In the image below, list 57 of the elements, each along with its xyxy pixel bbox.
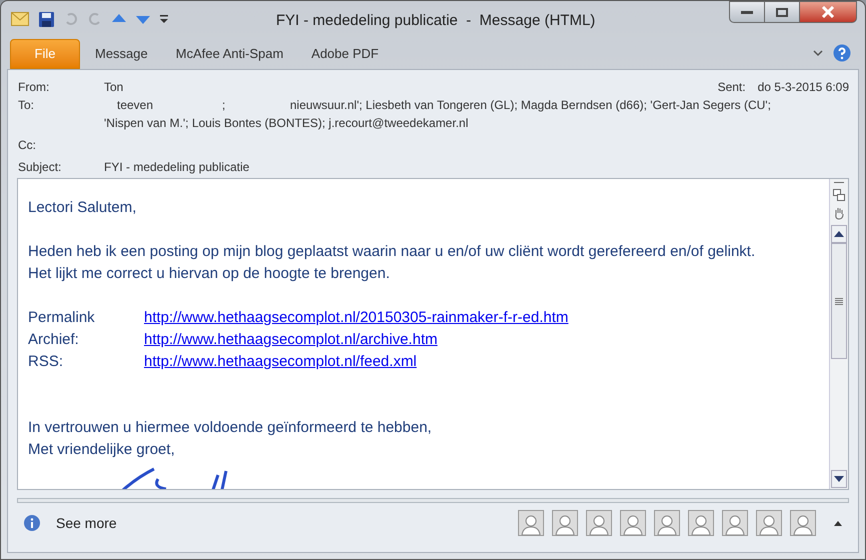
url-link[interactable]: http://www.hethaagsecomplot.nl/20150305-rainmaker-f-r-ed.htm	[144, 307, 568, 329]
link-label: RSS:	[28, 352, 64, 372]
body-paragraph: Lectori Salutem,	[28, 198, 138, 218]
body-paragraph: Heden heb ik een posting op mijn blog geplaatst waarin naar u en/of uw cliënt wordt gerefereerd en/of gelinkt.	[28, 242, 756, 262]
scroll-down-button[interactable]	[831, 470, 847, 488]
contact-avatar[interactable]	[756, 510, 782, 536]
close-icon	[821, 6, 835, 18]
sent-label: Sent:	[718, 79, 746, 96]
contact-avatar[interactable]	[552, 510, 578, 536]
contact-avatar[interactable]	[518, 510, 544, 536]
ribbon-tab[interactable]: Message	[82, 39, 161, 69]
close-button[interactable]	[799, 1, 857, 23]
info-icon	[24, 515, 40, 531]
maximize-button[interactable]	[765, 1, 799, 23]
body-paragraph: Met vriendelijke groet,	[28, 440, 176, 460]
recipient-list: nieuwsuur.nl'; Liesbeth van Tongeren (GL); Magda Berndsen (d66); 'Gert-Jan Segers (CU';	[290, 96, 771, 114]
up-triangle-icon	[834, 231, 844, 237]
expand-icon[interactable]	[834, 520, 842, 526]
envelope-icon	[11, 12, 29, 26]
scrollbar-thumb[interactable]	[831, 243, 847, 359]
contact-avatar[interactable]	[722, 510, 748, 536]
see-more-link[interactable]: See more	[56, 512, 117, 534]
reading-mode-icon[interactable]	[833, 189, 845, 201]
down-triangle-icon	[834, 476, 844, 482]
window-title: FYI - mededeling publicatie - Message (HTML)	[276, 11, 596, 31]
url-link[interactable]: http://www.hethaagsecomplot.nl/archive.htm	[144, 329, 438, 351]
down-arrow-icon[interactable]	[136, 14, 150, 24]
subject-text: FYI - mededeling publicatie	[104, 159, 250, 176]
contact-avatar[interactable]	[586, 510, 612, 536]
subject-label: Subject:	[18, 159, 62, 176]
recipient-text: ;	[222, 97, 226, 114]
sent-date: do 5-3-2015 6:09	[758, 79, 849, 96]
recipient-text: teeven	[117, 97, 154, 114]
from-label: From:	[18, 79, 50, 96]
contact-avatar[interactable]	[790, 510, 816, 536]
to-label: To:	[18, 97, 36, 114]
hand-icon[interactable]	[833, 207, 845, 220]
recipient-list: 'Nispen van M.'; Louis Bontes (BONTES); j.recourt@tweedekamer.nl	[104, 114, 771, 132]
ribbon-tab[interactable]: McAfee Anti-Spam	[162, 39, 296, 69]
contact-avatar[interactable]	[688, 510, 714, 536]
customize-menu-icon[interactable]	[160, 15, 168, 23]
save-icon[interactable]	[39, 12, 54, 26]
scroll-up-button[interactable]	[831, 225, 847, 243]
body-paragraph: In vertrouwen u hiermee voldoende geïnformeerd te hebben,	[28, 418, 433, 438]
minimize-button[interactable]	[729, 1, 765, 23]
body-paragraph: Het lijkt me correct u hiervan op de hoogte te brengen.	[28, 264, 391, 284]
collapse-ribbon-icon[interactable]	[813, 50, 823, 57]
url-link[interactable]: http://www.hethaagsecomplot.nl/feed.xml	[144, 351, 417, 373]
up-arrow-icon[interactable]	[112, 14, 126, 24]
help-icon[interactable]	[833, 44, 851, 62]
contact-avatar[interactable]	[620, 510, 646, 536]
link-label: Permalink	[28, 308, 96, 328]
sender-name: Ton	[104, 79, 124, 96]
ribbon-tab[interactable]: Adobe PDF	[298, 39, 392, 69]
cc-label: Cc:	[18, 137, 36, 154]
contact-avatar[interactable]	[654, 510, 680, 536]
link-label: Archief:	[28, 330, 80, 350]
